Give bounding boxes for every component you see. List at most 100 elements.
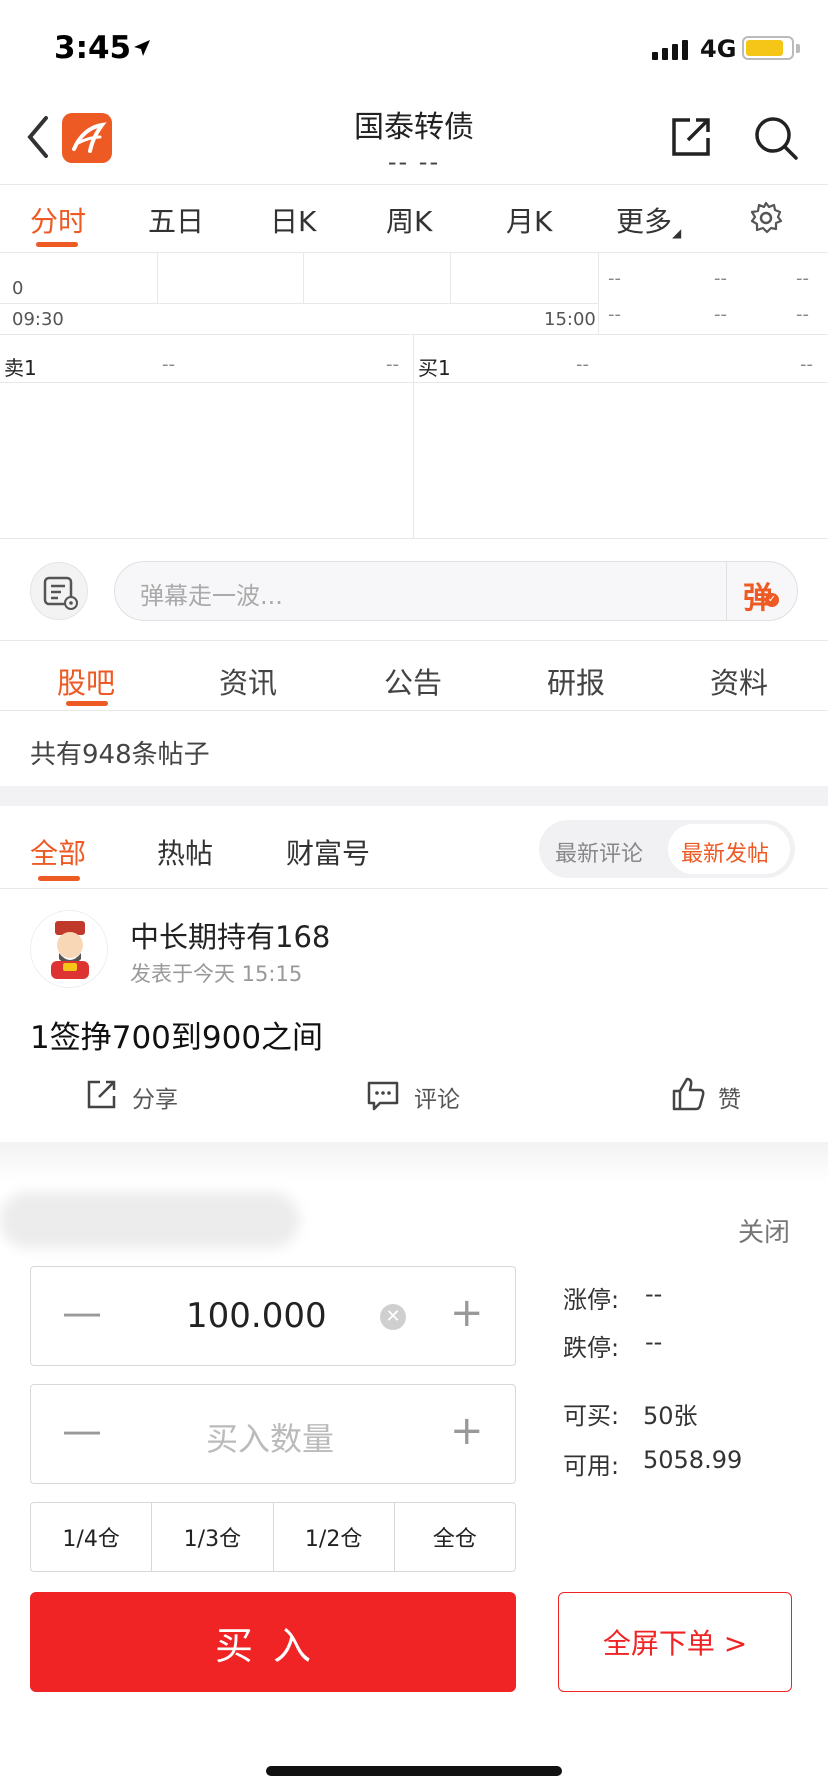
chart-tabs: 分时 五日 日K 周K 月K 更多◢ [0, 186, 828, 252]
tab-daily-k[interactable]: 日K [270, 200, 316, 240]
tab-more[interactable]: 更多◢ [616, 200, 681, 240]
tab-indicator [66, 701, 108, 706]
like-label: 赞 [718, 1087, 741, 1113]
tab-monthly-k[interactable]: 月K [506, 200, 552, 240]
close-button[interactable]: 关闭 [738, 1212, 790, 1249]
price-increase-button[interactable]: + [450, 1290, 484, 1336]
tab-hot[interactable]: 热帖 [157, 832, 213, 872]
page-subtitle: -- -- [387, 148, 441, 176]
tab-intraday[interactable]: 分时 [30, 200, 86, 240]
location-arrow-icon [134, 40, 150, 56]
tab-research[interactable]: 研报 [547, 660, 605, 702]
available-value: 5058.99 [643, 1446, 743, 1474]
tab-all[interactable]: 全部 [30, 832, 86, 872]
tab-more-label: 更多 [616, 205, 673, 238]
side-value: -- [714, 304, 727, 325]
divider [0, 184, 828, 185]
clear-icon[interactable]: ✕ [380, 1304, 406, 1330]
tab-indicator [36, 242, 78, 247]
sell1-price: -- [162, 354, 175, 375]
position-quarter-button[interactable]: 1/4仓 [31, 1503, 153, 1571]
can-buy-value: 50张 [643, 1402, 698, 1430]
fortune-god-avatar-icon [51, 921, 89, 979]
chart-time-end: 15:00 [544, 309, 596, 330]
chart-divider [598, 253, 599, 335]
danmu-send-button[interactable]: 弹 ✓ [726, 561, 799, 621]
chart-time-start: 09:30 [12, 309, 64, 330]
danmu-list-icon [43, 576, 78, 610]
sell1-volume: -- [386, 354, 399, 375]
post-author[interactable]: 中长期持有168 [130, 914, 330, 956]
tab-news[interactable]: 资讯 [219, 660, 277, 702]
share-icon[interactable] [666, 112, 716, 162]
side-value: -- [796, 304, 809, 325]
tab-fortune[interactable]: 财富号 [286, 832, 370, 872]
post-content[interactable]: 1签挣700到900之间 [30, 1012, 323, 1057]
tab-profile[interactable]: 资料 [710, 660, 768, 702]
app-logo-icon [62, 113, 112, 163]
available-label: 可用: [563, 1452, 620, 1480]
quantity-increase-button[interactable]: + [450, 1408, 484, 1454]
thumbs-up-icon [672, 1077, 705, 1111]
chart-gridline [303, 253, 304, 303]
tab-announcements[interactable]: 公告 [384, 660, 442, 702]
divider [0, 640, 828, 641]
price-decrease-button[interactable]: — [62, 1290, 102, 1336]
blurred-account-name [0, 1192, 300, 1248]
position-third-button[interactable]: 1/3仓 [152, 1503, 274, 1571]
search-icon[interactable] [752, 114, 800, 162]
tab-indicator [38, 876, 80, 881]
panel-shadow [0, 1142, 828, 1182]
intraday-chart [0, 253, 828, 335]
order-book-divider [413, 335, 414, 538]
status-time: 3:45 [54, 30, 132, 66]
limit-up-value: -- [645, 1280, 663, 1308]
network-type: 4G [700, 35, 737, 63]
section-gap [0, 786, 828, 806]
limit-down-label: 跌停: [563, 1334, 620, 1362]
danmu-placeholder: 弹幕走一波... [140, 582, 283, 610]
chart-gridline [450, 253, 451, 303]
position-full-button[interactable]: 全仓 [395, 1503, 515, 1571]
tab-five-day[interactable]: 五日 [148, 200, 204, 240]
comment-icon [367, 1081, 399, 1111]
tab-weekly-k[interactable]: 周K [386, 200, 432, 240]
divider [0, 710, 828, 711]
side-value: -- [608, 304, 621, 325]
avatar[interactable] [30, 910, 108, 988]
chart-gridline [157, 253, 158, 303]
fullscreen-order-button[interactable]: 全屏下单 > [558, 1592, 792, 1692]
comment-label: 评论 [414, 1087, 460, 1113]
divider [0, 538, 828, 539]
sort-latest-comment[interactable]: 最新评论 [555, 836, 643, 868]
position-selector: 1/4仓 1/3仓 1/2仓 全仓 [30, 1502, 516, 1572]
post-count: 共有948条帖子 [30, 740, 210, 770]
price-value[interactable]: 100.000 [186, 1296, 327, 1336]
gear-icon[interactable] [748, 200, 784, 236]
check-badge-icon: ✓ [765, 593, 779, 607]
chart-zero-label: 0 [12, 278, 24, 299]
divider [0, 334, 828, 335]
buy1-label: 买1 [418, 356, 451, 380]
back-chevron-icon[interactable] [24, 112, 52, 162]
buy-button[interactable]: 买入 [30, 1592, 516, 1692]
battery-icon [742, 36, 794, 60]
share-icon [87, 1080, 116, 1109]
side-value: -- [714, 268, 727, 289]
can-buy-label: 可买: [563, 1402, 620, 1430]
quantity-placeholder[interactable]: 买入数量 [206, 1414, 334, 1460]
buy1-price: -- [576, 354, 589, 375]
tab-guba[interactable]: 股吧 [57, 660, 115, 702]
quantity-decrease-button[interactable]: — [62, 1408, 102, 1454]
share-label: 分享 [132, 1087, 178, 1113]
limit-up-label: 涨停: [563, 1286, 620, 1314]
home-indicator[interactable] [266, 1766, 562, 1776]
chart-gridline [0, 303, 598, 304]
battery-tip [796, 44, 800, 53]
danmu-settings-button[interactable] [30, 562, 88, 620]
position-half-button[interactable]: 1/2仓 [274, 1503, 395, 1571]
page-title: 国泰转债 [354, 110, 474, 145]
side-value: -- [608, 268, 621, 289]
limit-down-value: -- [645, 1328, 663, 1356]
buy1-volume: -- [800, 354, 813, 375]
